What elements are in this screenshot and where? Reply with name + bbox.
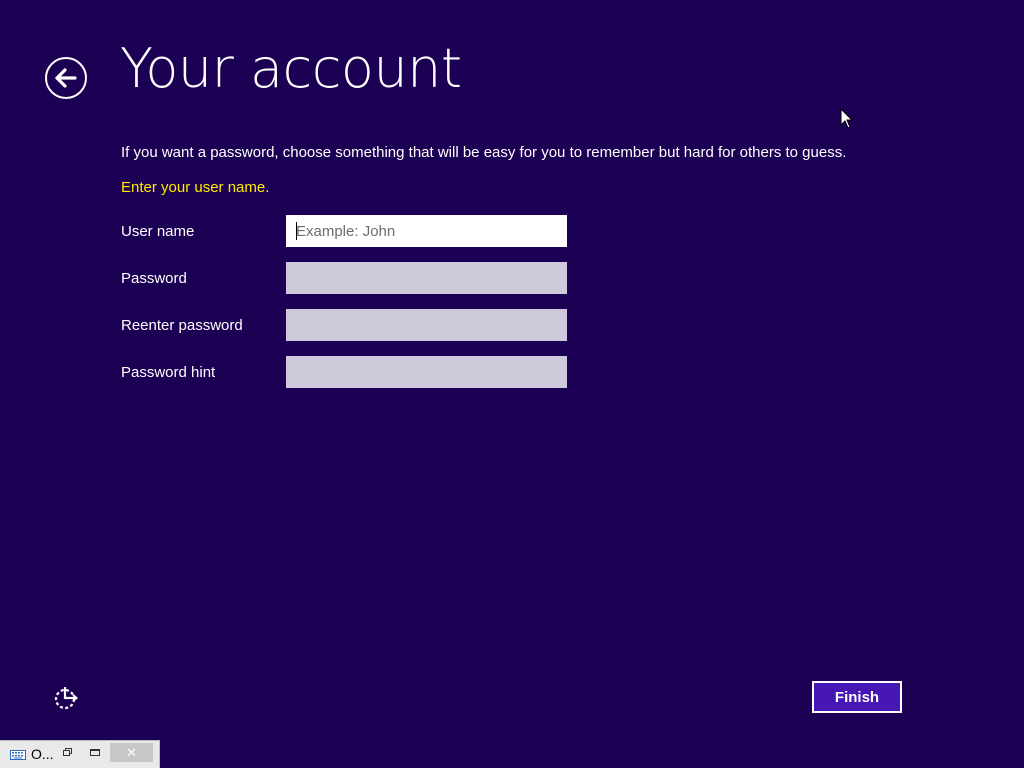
- user-name-input[interactable]: [286, 215, 567, 247]
- minimized-window-bar[interactable]: O... ✕: [0, 740, 160, 768]
- close-button[interactable]: ✕: [110, 743, 153, 762]
- password-label: Password: [121, 270, 187, 287]
- validation-prompt: Enter your user name.: [121, 179, 270, 196]
- restore-icon[interactable]: [60, 745, 76, 761]
- ease-of-access-button[interactable]: [52, 684, 80, 712]
- keyboard-icon: [10, 750, 26, 760]
- back-arrow-icon: [55, 68, 77, 88]
- minimize-icon[interactable]: [87, 745, 103, 761]
- reenter-password-input[interactable]: [286, 309, 567, 341]
- reenter-password-label: Reenter password: [121, 317, 243, 334]
- close-icon: ✕: [126, 745, 137, 760]
- back-button[interactable]: [45, 57, 87, 99]
- page-title: Your account: [120, 37, 462, 100]
- password-hint-input[interactable]: [286, 356, 567, 388]
- password-input[interactable]: [286, 262, 567, 294]
- mouse-cursor-icon: [840, 108, 854, 129]
- finish-button[interactable]: Finish: [812, 681, 902, 713]
- window-title: O...: [31, 746, 54, 762]
- password-hint-label: Password hint: [121, 364, 216, 381]
- instruction-text: If you want a password, choose something…: [121, 144, 847, 161]
- user-name-label: User name: [121, 223, 195, 240]
- ease-of-access-icon: [54, 687, 79, 710]
- text-caret: [296, 222, 297, 240]
